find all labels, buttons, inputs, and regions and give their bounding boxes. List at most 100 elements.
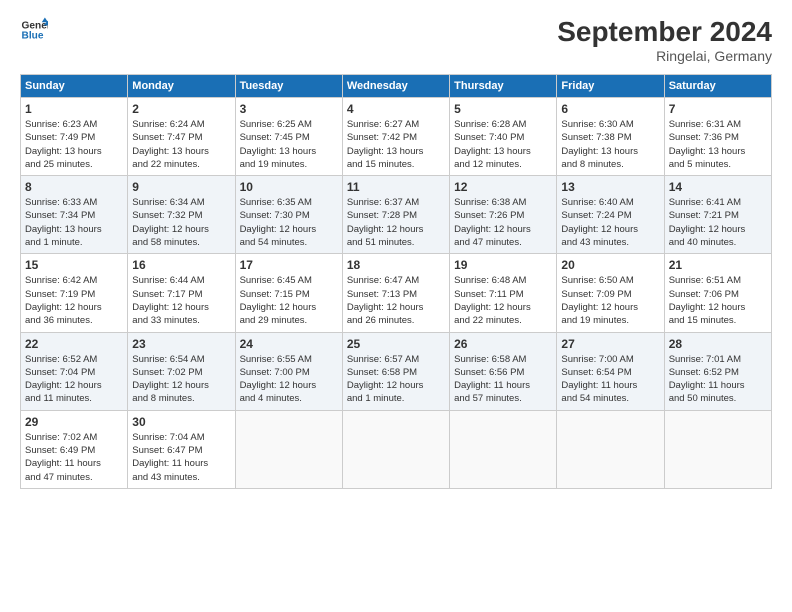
table-row: 25 Sunrise: 6:57 AMSunset: 6:58 PMDayligh… [342,332,449,410]
location-subtitle: Ringelai, Germany [557,48,772,64]
table-row: 1 Sunrise: 6:23 AMSunset: 7:49 PMDaylight… [21,98,128,176]
day-number: 28 [669,337,767,351]
day-info: Sunrise: 6:31 AMSunset: 7:36 PMDaylight:… [669,118,767,171]
day-number: 25 [347,337,445,351]
col-tuesday: Tuesday [235,75,342,98]
day-number: 26 [454,337,552,351]
day-info: Sunrise: 6:54 AMSunset: 7:02 PMDaylight:… [132,353,230,406]
month-title: September 2024 [557,16,772,48]
day-info: Sunrise: 6:52 AMSunset: 7:04 PMDaylight:… [25,353,123,406]
day-info: Sunrise: 6:57 AMSunset: 6:58 PMDaylight:… [347,353,445,406]
day-number: 29 [25,415,123,429]
logo-icon: General Blue [20,16,48,44]
day-info: Sunrise: 6:58 AMSunset: 6:56 PMDaylight:… [454,353,552,406]
table-row: 21 Sunrise: 6:51 AMSunset: 7:06 PMDayligh… [664,254,771,332]
col-thursday: Thursday [450,75,557,98]
table-row: 20 Sunrise: 6:50 AMSunset: 7:09 PMDayligh… [557,254,664,332]
day-number: 13 [561,180,659,194]
day-number: 1 [25,102,123,116]
day-info: Sunrise: 6:48 AMSunset: 7:11 PMDaylight:… [454,274,552,327]
day-info: Sunrise: 6:40 AMSunset: 7:24 PMDaylight:… [561,196,659,249]
table-row [342,410,449,488]
table-row: 12 Sunrise: 6:38 AMSunset: 7:26 PMDayligh… [450,176,557,254]
table-row: 6 Sunrise: 6:30 AMSunset: 7:38 PMDaylight… [557,98,664,176]
day-number: 30 [132,415,230,429]
table-row: 15 Sunrise: 6:42 AMSunset: 7:19 PMDayligh… [21,254,128,332]
day-number: 7 [669,102,767,116]
day-number: 11 [347,180,445,194]
day-number: 15 [25,258,123,272]
table-row: 26 Sunrise: 6:58 AMSunset: 6:56 PMDayligh… [450,332,557,410]
day-number: 22 [25,337,123,351]
table-row: 4Sunrise: 6:27 AMSunset: 7:42 PMDaylight… [342,98,449,176]
day-info: Sunrise: 6:47 AMSunset: 7:13 PMDaylight:… [347,274,445,327]
header: General Blue September 2024 Ringelai, Ge… [20,16,772,64]
table-row: 13 Sunrise: 6:40 AMSunset: 7:24 PMDayligh… [557,176,664,254]
day-info: Sunrise: 6:25 AMSunset: 7:45 PMDaylight:… [240,118,338,171]
col-sunday: Sunday [21,75,128,98]
day-info: Sunrise: 6:45 AMSunset: 7:15 PMDaylight:… [240,274,338,327]
table-row: 2Sunrise: 6:24 AMSunset: 7:47 PMDaylight… [128,98,235,176]
day-number: 9 [132,180,230,194]
table-row: 7 Sunrise: 6:31 AMSunset: 7:36 PMDaylight… [664,98,771,176]
day-info: Sunrise: 6:34 AMSunset: 7:32 PMDaylight:… [132,196,230,249]
day-number: 12 [454,180,552,194]
day-info: Sunrise: 6:30 AMSunset: 7:38 PMDaylight:… [561,118,659,171]
day-info: Sunrise: 6:35 AMSunset: 7:30 PMDaylight:… [240,196,338,249]
day-info: Sunrise: 7:01 AMSunset: 6:52 PMDaylight:… [669,353,767,406]
day-number: 21 [669,258,767,272]
day-number: 23 [132,337,230,351]
day-number: 10 [240,180,338,194]
table-row: 14Sunrise: 6:41 AMSunset: 7:21 PMDayligh… [664,176,771,254]
day-number: 19 [454,258,552,272]
day-info: Sunrise: 6:37 AMSunset: 7:28 PMDaylight:… [347,196,445,249]
logo: General Blue [20,16,48,44]
calendar-page: General Blue September 2024 Ringelai, Ge… [0,0,792,612]
day-info: Sunrise: 6:33 AMSunset: 7:34 PMDaylight:… [25,196,123,249]
day-info: Sunrise: 6:41 AMSunset: 7:21 PMDaylight:… [669,196,767,249]
day-number: 17 [240,258,338,272]
table-row: 16 Sunrise: 6:44 AMSunset: 7:17 PMDayligh… [128,254,235,332]
table-row [450,410,557,488]
day-number: 16 [132,258,230,272]
day-info: Sunrise: 6:42 AMSunset: 7:19 PMDaylight:… [25,274,123,327]
table-row: 29Sunrise: 7:02 AMSunset: 6:49 PMDayligh… [21,410,128,488]
title-area: September 2024 Ringelai, Germany [557,16,772,64]
day-info: Sunrise: 6:50 AMSunset: 7:09 PMDaylight:… [561,274,659,327]
day-number: 24 [240,337,338,351]
table-row [235,410,342,488]
day-info: Sunrise: 6:28 AMSunset: 7:40 PMDaylight:… [454,118,552,171]
day-number: 20 [561,258,659,272]
day-info: Sunrise: 6:38 AMSunset: 7:26 PMDaylight:… [454,196,552,249]
table-row: 3 Sunrise: 6:25 AMSunset: 7:45 PMDaylight… [235,98,342,176]
table-row: 10 Sunrise: 6:35 AMSunset: 7:30 PMDayligh… [235,176,342,254]
table-row: 24 Sunrise: 6:55 AMSunset: 7:00 PMDayligh… [235,332,342,410]
day-number: 6 [561,102,659,116]
table-row: 17 Sunrise: 6:45 AMSunset: 7:15 PMDayligh… [235,254,342,332]
day-number: 8 [25,180,123,194]
day-info: Sunrise: 6:27 AMSunset: 7:42 PMDaylight:… [347,118,445,171]
table-row: 30Sunrise: 7:04 AMSunset: 6:47 PMDayligh… [128,410,235,488]
day-info: Sunrise: 6:23 AMSunset: 7:49 PMDaylight:… [25,118,123,171]
table-row: 19 Sunrise: 6:48 AMSunset: 7:11 PMDayligh… [450,254,557,332]
table-row: 23 Sunrise: 6:54 AMSunset: 7:02 PMDayligh… [128,332,235,410]
table-row: 9 Sunrise: 6:34 AMSunset: 7:32 PMDaylight… [128,176,235,254]
table-row: 27 Sunrise: 7:00 AMSunset: 6:54 PMDayligh… [557,332,664,410]
day-info: Sunrise: 6:51 AMSunset: 7:06 PMDaylight:… [669,274,767,327]
day-info: Sunrise: 6:55 AMSunset: 7:00 PMDaylight:… [240,353,338,406]
col-saturday: Saturday [664,75,771,98]
table-row [557,410,664,488]
table-row [664,410,771,488]
day-info: Sunrise: 7:00 AMSunset: 6:54 PMDaylight:… [561,353,659,406]
day-number: 27 [561,337,659,351]
table-row: 5 Sunrise: 6:28 AMSunset: 7:40 PMDaylight… [450,98,557,176]
col-friday: Friday [557,75,664,98]
table-row: 18Sunrise: 6:47 AMSunset: 7:13 PMDayligh… [342,254,449,332]
col-wednesday: Wednesday [342,75,449,98]
calendar-table: Sunday Monday Tuesday Wednesday Thursday… [20,74,772,489]
calendar-header-row: Sunday Monday Tuesday Wednesday Thursday… [21,75,772,98]
day-number: 5 [454,102,552,116]
day-info: Sunrise: 6:44 AMSunset: 7:17 PMDaylight:… [132,274,230,327]
col-monday: Monday [128,75,235,98]
day-number: 3 [240,102,338,116]
